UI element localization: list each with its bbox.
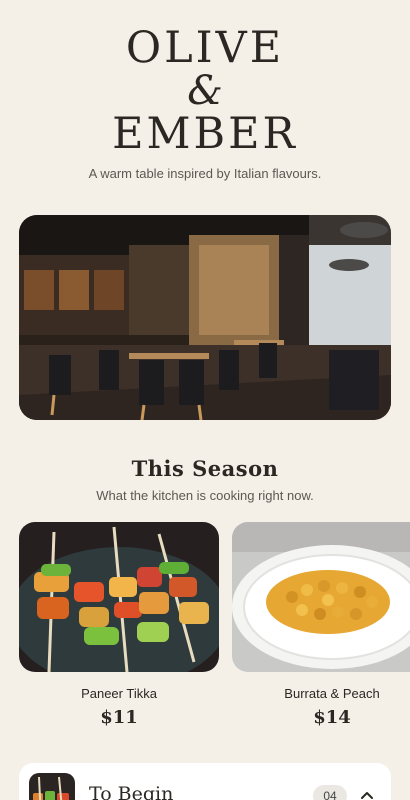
brand-name-line1: OLIVE	[125, 23, 285, 73]
restaurant-interior-image	[19, 215, 391, 420]
menu-section-thumbnail	[29, 773, 75, 800]
tagline: A warm table inspired by Italian flavour…	[88, 166, 322, 181]
burrata-peach-image	[232, 522, 410, 672]
dish-name: Paneer Tikka	[81, 686, 157, 701]
dish-name: Burrata & Peach	[284, 686, 380, 701]
dish-price: $11	[100, 707, 138, 728]
brand-name-line2: EMBER	[112, 109, 298, 159]
dish-price: $14	[313, 707, 351, 728]
dish-carousel[interactable]: Paneer Tikka $11 Burrata & Peach $14	[0, 522, 410, 732]
brand-ampersand: &	[187, 68, 223, 114]
item-count-badge: 04	[313, 785, 347, 800]
menu-section-title: To Begin	[89, 783, 174, 800]
dish-card[interactable]: Paneer Tikka $11	[19, 522, 219, 728]
dish-card[interactable]: Burrata & Peach $14	[232, 522, 410, 728]
paneer-tikka-image	[19, 522, 219, 672]
brand-header: OLIVE & EMBER A warm table inspired by I…	[0, 0, 410, 181]
hero-image	[19, 215, 391, 420]
chevron-up-icon[interactable]	[359, 787, 375, 800]
section-subtitle: What the kitchen is cooking right now.	[96, 488, 314, 503]
section-title: This Season	[131, 456, 279, 481]
menu-section-header[interactable]: To Begin 04	[19, 763, 391, 800]
